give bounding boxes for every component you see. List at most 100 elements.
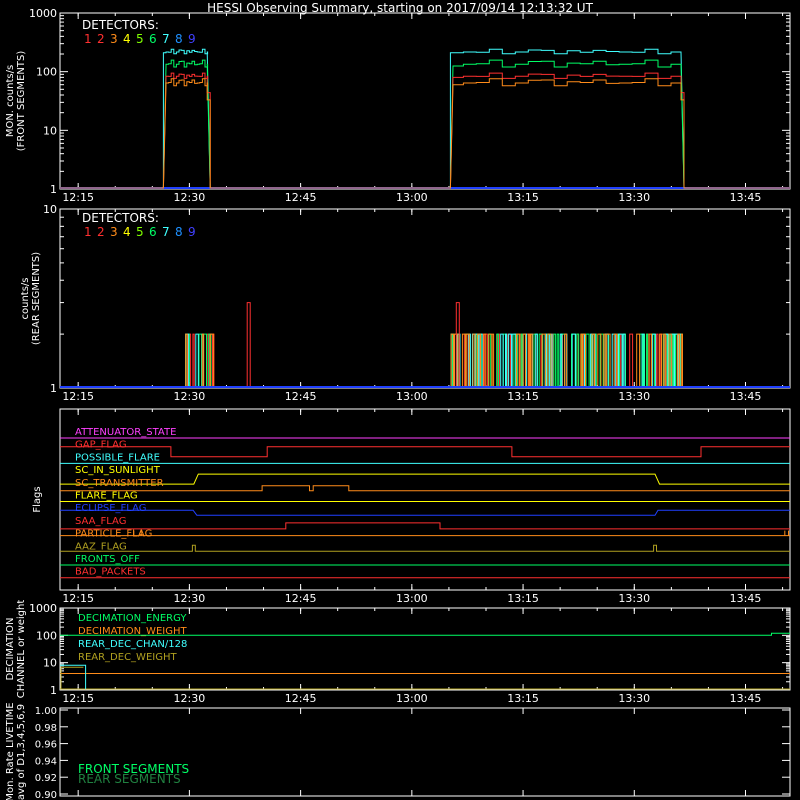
decimation-legend-label: REAR_DEC_CHAN/128 — [78, 639, 187, 650]
detector-label: 3 — [110, 32, 118, 46]
detector-label: 6 — [149, 225, 157, 239]
flag-label: SC_TRANSMITTER — [75, 478, 164, 489]
y-axis-label: CHANNEL or weight — [16, 600, 27, 699]
detector-label: 8 — [175, 32, 183, 46]
y-tick-label: 1.00 — [35, 706, 57, 717]
livetime-legend-rear: REAR SEGMENTS — [78, 772, 181, 786]
x-tick-label: 12:45 — [285, 592, 317, 605]
detector-label: 4 — [123, 32, 131, 46]
detectors-title: DETECTORS: — [82, 211, 159, 225]
flag-label: BAD_PACKETS — [75, 567, 146, 578]
detector-label: 7 — [162, 32, 170, 46]
y-tick-label: 1 — [50, 183, 57, 196]
y-tick-label: 1000 — [29, 602, 57, 615]
y-axis-label: DECIMATION — [5, 617, 16, 680]
y-tick-label: 0.96 — [35, 740, 57, 751]
x-tick-label: 13:15 — [507, 390, 539, 403]
flag-label: POSSIBLE_FLARE — [75, 452, 160, 463]
x-tick-label: 13:00 — [396, 692, 428, 705]
x-tick-label: 12:15 — [62, 191, 94, 204]
x-tick-label: 12:30 — [174, 390, 206, 403]
y-tick-label: 10 — [43, 657, 57, 670]
y-tick-label: 10 — [43, 124, 57, 137]
y-tick-label: 0.90 — [35, 790, 57, 800]
flag-label: SAA_FLAG — [75, 516, 126, 527]
x-tick-label: 13:00 — [396, 390, 428, 403]
y-tick-label: 0.94 — [35, 756, 57, 767]
y-axis-label: (REAR SEGMENTS) — [31, 252, 42, 345]
y-tick-label: 100 — [36, 629, 57, 642]
x-tick-label: 13:15 — [507, 592, 539, 605]
flag-label: GAP_FLAG — [75, 440, 127, 451]
detector-label: 1 — [84, 225, 92, 239]
detector-label: 2 — [97, 32, 105, 46]
decimation-legend-label: REAR_DEC_WEIGHT — [78, 652, 177, 663]
detectors-title: DETECTORS: — [82, 18, 159, 32]
decimation-legend-label: DECIMATION_ENERGY — [78, 613, 187, 624]
detector-label: 4 — [123, 225, 131, 239]
flag-line — [60, 446, 790, 458]
flag-label: FLARE_FLAG — [75, 491, 138, 502]
detector-label: 3 — [110, 225, 118, 239]
flag-line — [60, 509, 790, 516]
y-tick-label: 0.98 — [35, 723, 57, 734]
x-tick-label: 13:45 — [730, 692, 762, 705]
rear-series-line — [60, 333, 790, 388]
flag-line — [60, 485, 790, 492]
flag-line — [60, 473, 790, 485]
flag-label: ECLIPSE_FLAG — [75, 503, 146, 514]
x-tick-label: 12:15 — [62, 592, 94, 605]
detector-label: 5 — [136, 32, 144, 46]
x-tick-label: 13:45 — [730, 592, 762, 605]
x-tick-label: 13:30 — [618, 191, 650, 204]
y-tick-label: 1 — [50, 382, 57, 395]
figure-title: HESSI Observing Summary, starting on 201… — [207, 1, 593, 15]
x-tick-label: 12:45 — [285, 692, 317, 705]
chart-svg: 1 10 100 1000 MON. counts/s (FRONT SEGMENTS) D… — [5, 7, 791, 800]
x-tick-label: 13:30 — [618, 692, 650, 705]
x-tick-label: 12:45 — [285, 191, 317, 204]
x-tick-label: 12:30 — [174, 592, 206, 605]
x-tick-label: 13:00 — [396, 592, 428, 605]
x-tick-label: 13:30 — [618, 592, 650, 605]
detector-label: 8 — [175, 225, 183, 239]
y-axis-label: MON. counts/s — [5, 65, 16, 137]
x-tick-label: 13:15 — [507, 191, 539, 204]
x-tick-label: 12:30 — [174, 692, 206, 705]
detector-label: 7 — [162, 225, 170, 239]
y-axis-label: Flags — [32, 486, 43, 512]
y-axis-label: counts/s — [20, 277, 31, 319]
y-tick-label: 100 — [36, 66, 57, 79]
x-tick-label: 13:45 — [730, 191, 762, 204]
detector-label: 6 — [149, 32, 157, 46]
detector-label: 5 — [136, 225, 144, 239]
flag-label: AAZ_FLAG — [75, 541, 127, 552]
y-axis-label: avg of D1,3,4,5,6,9 — [16, 704, 27, 800]
y-axis-label: (FRONT SEGMENTS) — [16, 51, 27, 152]
detector-label: 2 — [97, 225, 105, 239]
x-tick-label: 13:00 — [396, 191, 428, 204]
x-tick-label: 12:15 — [62, 390, 94, 403]
x-tick-label: 12:30 — [174, 191, 206, 204]
flag-line — [60, 544, 790, 552]
flag-label: FRONTS_OFF — [75, 554, 140, 565]
detector-label: 1 — [84, 32, 92, 46]
rear-peak-spike — [246, 302, 251, 387]
rear-dec-weight-step — [60, 666, 84, 689]
x-tick-label: 13:30 — [618, 390, 650, 403]
x-tick-label: 13:45 — [730, 390, 762, 403]
y-axis-label: Mon. Rate LIVETIME — [5, 702, 16, 800]
front-series-line — [60, 48, 790, 189]
front-series-line — [60, 78, 790, 189]
flag-label: ATTENUATOR_STATE — [75, 427, 176, 438]
y-tick-label: 0.92 — [35, 773, 57, 784]
y-tick-label: 10 — [43, 203, 57, 216]
y-tick-label: 1 — [50, 684, 57, 697]
x-tick-label: 13:15 — [507, 692, 539, 705]
detector-label: 9 — [188, 32, 196, 46]
x-tick-label: 12:15 — [62, 692, 94, 705]
x-tick-label: 12:45 — [285, 390, 317, 403]
flag-label: SC_IN_SUNLIGHT — [75, 465, 161, 476]
detector-label: 9 — [188, 225, 196, 239]
flag-line — [60, 522, 790, 530]
